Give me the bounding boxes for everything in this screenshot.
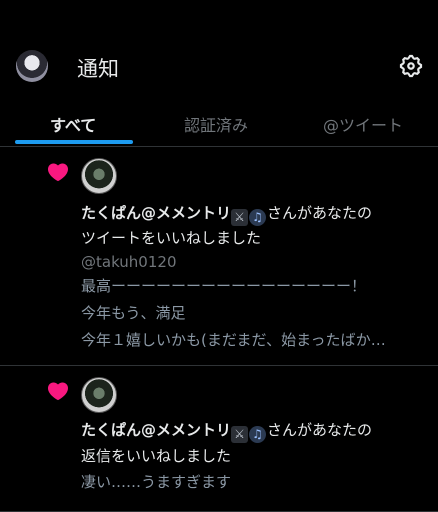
action-text: さんがあなたの (267, 421, 373, 439)
heart-icon (47, 382, 69, 401)
notification-item[interactable]: たくぱん@メメントリ ⚔ ♫ さんがあなたの 返信をいいねしました 凄い……うますぎま… (0, 366, 438, 512)
avatar[interactable] (81, 377, 117, 413)
user-name[interactable]: たくぱん@メメントリ (81, 204, 231, 222)
heart-icon (47, 163, 69, 182)
tweet-text-line: 最高ーーーーーーーーーーーーーーーー！ (81, 277, 367, 295)
notification-action-line: たくぱん@メメントリ ⚔ ♫ さんがあなたの (81, 419, 372, 443)
user-name[interactable]: たくぱん@メメントリ (81, 421, 231, 439)
notification-action-line: たくぱん@メメントリ ⚔ ♫ さんがあなたの (81, 202, 372, 226)
tweet-text-line: 今年もう、満足 (81, 304, 186, 322)
tab-mentions[interactable]: @ツイート (323, 112, 403, 136)
crossed-swords-icon: ⚔ (231, 426, 249, 443)
account-avatar[interactable] (16, 50, 48, 82)
user-handle: @takuh0120 (81, 253, 177, 271)
tab-verified[interactable]: 認証済み (184, 112, 248, 136)
tweet-text-line: 凄い……うますぎます (81, 473, 232, 491)
active-tab-indicator (15, 140, 133, 144)
music-note-icon: ♫ (249, 426, 267, 443)
action-text-line2: 返信をいいねしました (81, 447, 232, 465)
header: 通知 (0, 0, 438, 100)
notification-item[interactable]: たくぱん@メメントリ ⚔ ♫ さんがあなたの ツイートをいいねしました @takuh0… (0, 147, 438, 366)
music-note-icon: ♫ (249, 209, 267, 226)
avatar[interactable] (81, 158, 117, 194)
action-text-line2: ツイートをいいねしました (81, 229, 262, 247)
action-text: さんがあなたの (267, 204, 373, 222)
page-title: 通知 (77, 57, 119, 81)
tweet-text-line: 今年１嬉しいかも(まだまだ、始まったばか… (81, 331, 386, 349)
crossed-swords-icon: ⚔ (231, 209, 249, 226)
tab-all[interactable]: すべて (50, 112, 96, 136)
gear-icon[interactable] (398, 53, 424, 79)
